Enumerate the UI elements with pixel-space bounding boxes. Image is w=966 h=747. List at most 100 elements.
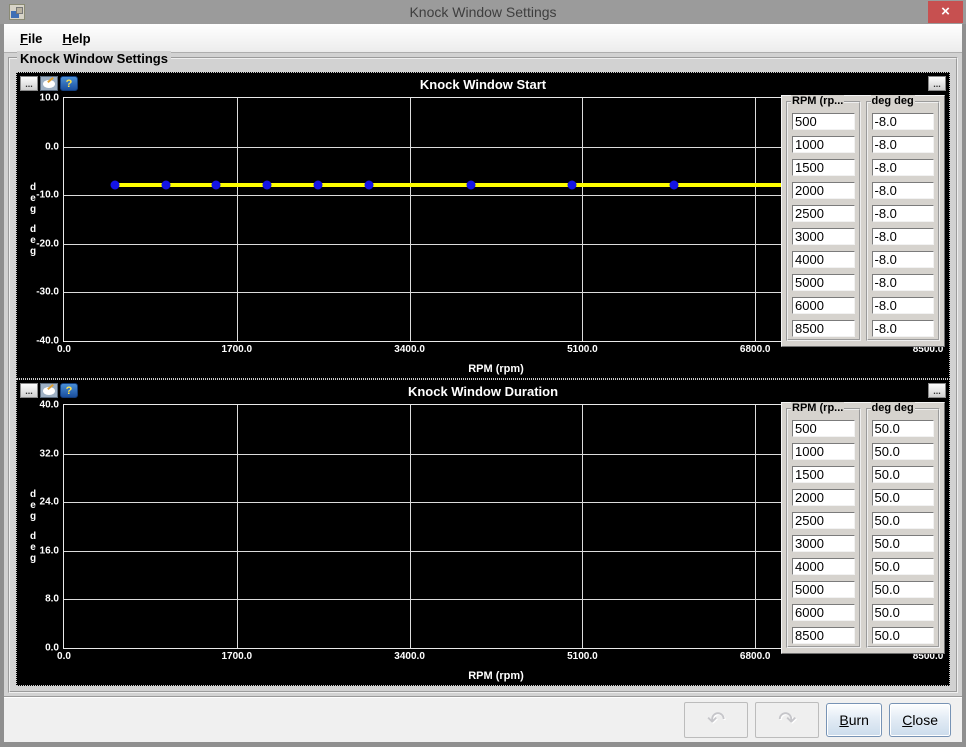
chart-options-button[interactable]: ... [20,76,38,91]
rpm-input[interactable] [792,558,855,575]
data-point[interactable] [314,181,323,190]
chart-more-button[interactable]: ... [928,383,946,398]
rpm-input[interactable] [792,466,855,483]
deg-input[interactable] [872,205,935,222]
chart-title: Knock Window Duration [17,384,949,399]
y-tick-label: 40.0 [23,400,59,411]
x-tick-label: 3400.0 [394,344,425,355]
rpm-input[interactable] [792,182,855,199]
series-line [572,183,674,187]
rpm-column-header: RPM (rp... [791,402,844,414]
y-tick-label: 10.0 [23,93,59,104]
x-tick-label: 5100.0 [567,651,598,662]
deg-input[interactable] [872,297,935,314]
chart-more-button[interactable]: ... [928,76,946,91]
rpm-input[interactable] [792,228,855,245]
deg-input[interactable] [872,489,935,506]
deg-input[interactable] [872,581,935,598]
annotate-icon[interactable] [40,383,58,398]
deg-input[interactable] [872,251,935,268]
data-point[interactable] [110,181,119,190]
deg-input[interactable] [872,604,935,621]
gridline [755,98,756,341]
deg-input[interactable] [872,443,935,460]
rpm-input[interactable] [792,113,855,130]
rpm-input[interactable] [792,581,855,598]
burn-button[interactable]: Burn [826,703,882,737]
data-point[interactable] [263,181,272,190]
series-line [166,183,217,187]
data-point[interactable] [669,181,678,190]
x-tick-label: 1700.0 [222,651,253,662]
rpm-input[interactable] [792,205,855,222]
deg-input[interactable] [872,159,935,176]
rpm-input[interactable] [792,320,855,337]
value-table-panel: RPM (rp... deg deg [781,402,945,654]
deg-column-group: deg deg [866,101,941,341]
deg-input[interactable] [872,274,935,291]
help-icon[interactable]: ? [60,383,78,398]
deg-input[interactable] [872,466,935,483]
rpm-input[interactable] [792,274,855,291]
y-tick-label: 24.0 [23,497,59,508]
content-area: Knock Window Settings ... ? Knock Window… [4,53,962,696]
series-line [267,183,318,187]
close-window-button[interactable]: × [928,1,963,23]
rpm-input[interactable] [792,251,855,268]
deg-input[interactable] [872,420,935,437]
annotate-icon[interactable] [40,76,58,91]
help-icon[interactable]: ? [60,76,78,91]
data-point[interactable] [466,181,475,190]
data-point[interactable] [212,181,221,190]
deg-fields [872,113,935,337]
y-axis-label-char: d [30,224,36,235]
rpm-input[interactable] [792,489,855,506]
title-bar: Knock Window Settings × [0,0,966,24]
deg-column-header: deg deg [871,402,915,414]
deg-input[interactable] [872,558,935,575]
rpm-input[interactable] [792,297,855,314]
x-tick-label: 3400.0 [394,651,425,662]
chart-title: Knock Window Start [17,77,949,92]
rpm-fields [792,113,855,337]
menu-file[interactable]: File [12,28,50,49]
chart-toolbar: ... ? [20,76,78,91]
rpm-column-group: RPM (rp... [786,101,861,341]
undo-button[interactable]: ↶ [684,702,748,738]
y-tick-label: 0.0 [23,643,59,654]
menu-help[interactable]: Help [54,28,98,49]
series-line [318,183,369,187]
rpm-input[interactable] [792,512,855,529]
gridline [237,98,238,341]
rpm-column-header: RPM (rp... [791,95,844,107]
close-button[interactable]: Close [889,703,951,737]
data-point[interactable] [568,181,577,190]
deg-input[interactable] [872,113,935,130]
y-tick-label: -10.0 [23,190,59,201]
deg-input[interactable] [872,136,935,153]
rpm-input[interactable] [792,535,855,552]
rpm-input[interactable] [792,420,855,437]
deg-input[interactable] [872,320,935,337]
rpm-input[interactable] [792,136,855,153]
deg-input[interactable] [872,228,935,245]
rpm-input[interactable] [792,604,855,621]
x-axis-label: RPM (rpm) [63,363,929,375]
deg-input[interactable] [872,512,935,529]
y-axis-label-char: d [30,531,36,542]
rpm-input[interactable] [792,627,855,644]
chart-options-button[interactable]: ... [20,383,38,398]
deg-input[interactable] [872,535,935,552]
deg-input[interactable] [872,627,935,644]
y-axis-label-char: g [30,511,36,522]
window-title: Knock Window Settings [0,4,966,20]
rpm-input[interactable] [792,159,855,176]
x-tick-label: 5100.0 [567,344,598,355]
data-point[interactable] [161,181,170,190]
deg-input[interactable] [872,182,935,199]
close-label: Close [902,712,938,728]
knock-window-settings-group: Knock Window Settings ... ? Knock Window… [8,57,958,693]
rpm-input[interactable] [792,443,855,460]
redo-button[interactable]: ↷ [755,702,819,738]
data-point[interactable] [364,181,373,190]
